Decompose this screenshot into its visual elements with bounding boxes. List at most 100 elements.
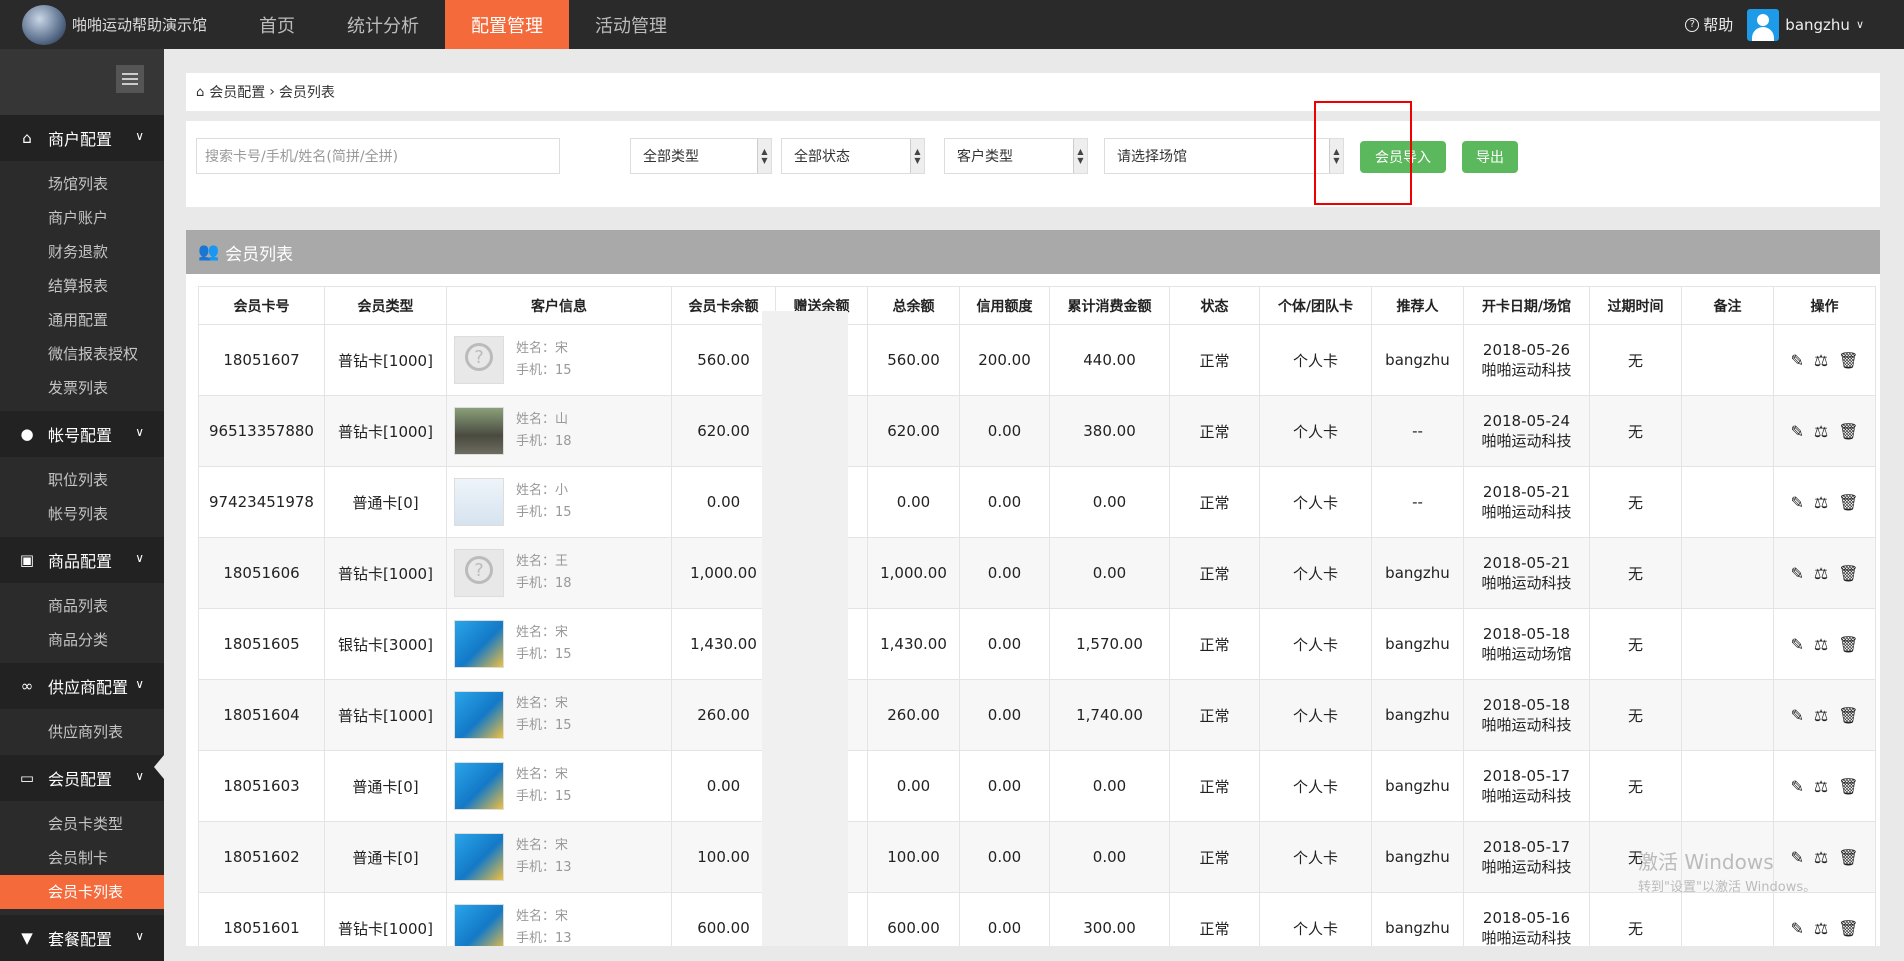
expire-cell: 无	[1589, 395, 1682, 467]
trash-icon[interactable]: 🗑	[1838, 635, 1858, 654]
table-row[interactable]: 18051603普通卡[0]姓名：宋手机：150.000.000.000.000…	[198, 750, 1876, 822]
sidebar-item[interactable]: 微信报表授权	[0, 337, 164, 371]
trash-icon[interactable]: 🗑	[1838, 777, 1858, 796]
card-balance-cell: 100.00	[671, 821, 776, 893]
trash-icon[interactable]: 🗑	[1838, 493, 1858, 512]
balance-scale-icon[interactable]: ⚖	[1814, 848, 1828, 867]
edit-icon[interactable]: ✎	[1790, 422, 1803, 441]
balance-scale-icon[interactable]: ⚖	[1814, 919, 1828, 938]
card-number-cell: 18051604	[198, 679, 325, 751]
sidebar-section[interactable]: ▭ 会员配置 ∨	[0, 755, 164, 801]
card-kind-cell: 个人卡	[1259, 537, 1372, 609]
table-row[interactable]: 18051607普钻卡[1000]姓名：宋手机：15560.000.00560.…	[198, 324, 1876, 396]
menu-toggle-icon[interactable]	[116, 65, 144, 93]
table-row[interactable]: 18051602普通卡[0]姓名：宋手机：13100.000.00100.000…	[198, 821, 1876, 893]
trash-icon[interactable]: 🗑	[1838, 848, 1858, 867]
sidebar-item[interactable]: 发票列表	[0, 371, 164, 405]
help-link[interactable]: ? 帮助	[1685, 14, 1733, 35]
sidebar-item[interactable]: 结算报表	[0, 269, 164, 303]
table-row[interactable]: 18051605银钻卡[3000]姓名：宋手机：151,430.000.001,…	[198, 608, 1876, 680]
sidebar-item[interactable]: 会员卡列表	[0, 875, 164, 909]
card-balance-cell: 0.00	[671, 466, 776, 538]
export-button[interactable]: 导出	[1462, 141, 1518, 173]
sidebar-item[interactable]: 职位列表	[0, 463, 164, 497]
customer-phone: 手机：13	[516, 931, 572, 946]
trash-icon[interactable]: 🗑	[1838, 351, 1858, 370]
balance-scale-icon[interactable]: ⚖	[1814, 422, 1828, 441]
edit-icon[interactable]: ✎	[1790, 493, 1803, 512]
customer-phone: 手机：18	[516, 576, 572, 591]
referrer-cell: bangzhu	[1371, 892, 1464, 946]
edit-icon[interactable]: ✎	[1790, 635, 1803, 654]
sidebar-section[interactable]: ▼ 套餐配置 ∨	[0, 915, 164, 961]
gift-icon: ▣	[19, 551, 35, 569]
sidebar-item[interactable]: 商品列表	[0, 589, 164, 623]
sidebar-section[interactable]: ▣ 商品配置 ∨	[0, 537, 164, 583]
brand[interactable]: 啪啪运动帮助演示馆	[0, 4, 207, 45]
table-row[interactable]: 18051606普钻卡[1000]姓名：王手机：181,000.000.001,…	[198, 537, 1876, 609]
balance-scale-icon[interactable]: ⚖	[1814, 777, 1828, 796]
table-row[interactable]: 96513357880普钻卡[1000]姓名：山手机：18620.000.006…	[198, 395, 1876, 467]
balance-scale-icon[interactable]: ⚖	[1814, 564, 1828, 583]
sidebar-item[interactable]: 财务退款	[0, 235, 164, 269]
user-name[interactable]: bangzhu	[1785, 16, 1850, 34]
sidebar-item[interactable]: 通用配置	[0, 303, 164, 337]
filter-bar: 搜索卡号/手机/姓名(简拼/全拼) 全部类型 ▲ ▼ 全部状态 ▲ ▼ 客户类型 ▲…	[186, 121, 1880, 207]
trash-icon[interactable]: 🗑	[1838, 919, 1858, 938]
avatar[interactable]	[1747, 8, 1780, 41]
sidebar-section[interactable]: ⌂ 商户配置 ∨	[0, 115, 164, 161]
customer-info-cell: 姓名：小 手机：15	[446, 466, 672, 538]
type-select[interactable]: 全部类型 ▲ ▼	[630, 138, 772, 174]
sidebar-section[interactable]: ● 帐号配置 ∨	[0, 411, 164, 457]
sidebar-item[interactable]: 场馆列表	[0, 167, 164, 201]
balance-scale-icon[interactable]: ⚖	[1814, 706, 1828, 725]
nav-home[interactable]: 首页	[233, 0, 321, 49]
card-balance-cell: 620.00	[671, 395, 776, 467]
chevron-down-icon: ∨	[135, 129, 144, 143]
customer-type-select[interactable]: 客户类型 ▲ ▼	[944, 138, 1088, 174]
trash-icon[interactable]: 🗑	[1838, 422, 1858, 441]
sidebar-item[interactable]: 帐号列表	[0, 497, 164, 531]
sidebar-item[interactable]: 供应商列表	[0, 715, 164, 749]
nav-config[interactable]: 配置管理	[445, 0, 569, 49]
edit-icon[interactable]: ✎	[1790, 564, 1803, 583]
consumed-amount-cell: 0.00	[1049, 750, 1170, 822]
open-date-venue-cell: 2018-05-18 啪啪运动场馆	[1463, 608, 1590, 680]
status-cell: 正常	[1169, 324, 1260, 396]
sidebar-item[interactable]: 会员制卡	[0, 841, 164, 875]
windows-watermark-title: 激活 Windows	[1638, 850, 1774, 874]
chevron-down-icon[interactable]: ∨	[1856, 18, 1864, 31]
table-row[interactable]: 18051604普钻卡[1000]姓名：宋手机：15260.000.00260.…	[198, 679, 1876, 751]
trash-icon[interactable]: 🗑	[1838, 706, 1858, 725]
select-caret-icon: ▲ ▼	[1073, 139, 1087, 173]
sidebar-section[interactable]: ∞ 供应商配置 ∨	[0, 663, 164, 709]
consumed-amount-cell: 0.00	[1049, 466, 1170, 538]
link-icon: ∞	[20, 677, 34, 695]
note-cell	[1681, 395, 1774, 467]
balance-scale-icon[interactable]: ⚖	[1814, 493, 1828, 512]
balance-scale-icon[interactable]: ⚖	[1814, 635, 1828, 654]
breadcrumb-root[interactable]: 会员配置	[209, 82, 265, 102]
balance-scale-icon[interactable]: ⚖	[1814, 351, 1828, 370]
trash-icon[interactable]: 🗑	[1838, 564, 1858, 583]
venue-select[interactable]: 请选择场馆 ▲ ▼	[1104, 138, 1344, 174]
customer-avatar	[454, 691, 504, 739]
sidebar-item[interactable]: 会员卡类型	[0, 807, 164, 841]
table-row[interactable]: 97423451978 普通卡[0] 姓名：小 手机：15 0.00 0.00 0.00 0.…	[198, 466, 1876, 538]
table-row[interactable]: 18051601普钻卡[1000]姓名：宋手机：13600.000.00600.…	[198, 892, 1876, 946]
edit-icon[interactable]: ✎	[1790, 706, 1803, 725]
customer-avatar	[454, 549, 504, 597]
sidebar-item[interactable]: 商户账户	[0, 201, 164, 235]
nav-activity[interactable]: 活动管理	[569, 0, 693, 49]
edit-icon[interactable]: ✎	[1790, 777, 1803, 796]
edit-icon[interactable]: ✎	[1790, 919, 1803, 938]
status-select[interactable]: 全部状态 ▲ ▼	[781, 138, 925, 174]
customer-phone: 手机：13	[516, 860, 572, 875]
card-number-cell: 97423451978	[198, 466, 325, 538]
edit-icon[interactable]: ✎	[1790, 848, 1803, 867]
sidebar-item[interactable]: 商品分类	[0, 623, 164, 657]
windows-watermark-hint: 转到"设置"以激活 Windows。	[1638, 880, 1817, 895]
edit-icon[interactable]: ✎	[1790, 351, 1803, 370]
search-input[interactable]: 搜索卡号/手机/姓名(简拼/全拼)	[196, 138, 560, 174]
nav-statistics[interactable]: 统计分析	[321, 0, 445, 49]
